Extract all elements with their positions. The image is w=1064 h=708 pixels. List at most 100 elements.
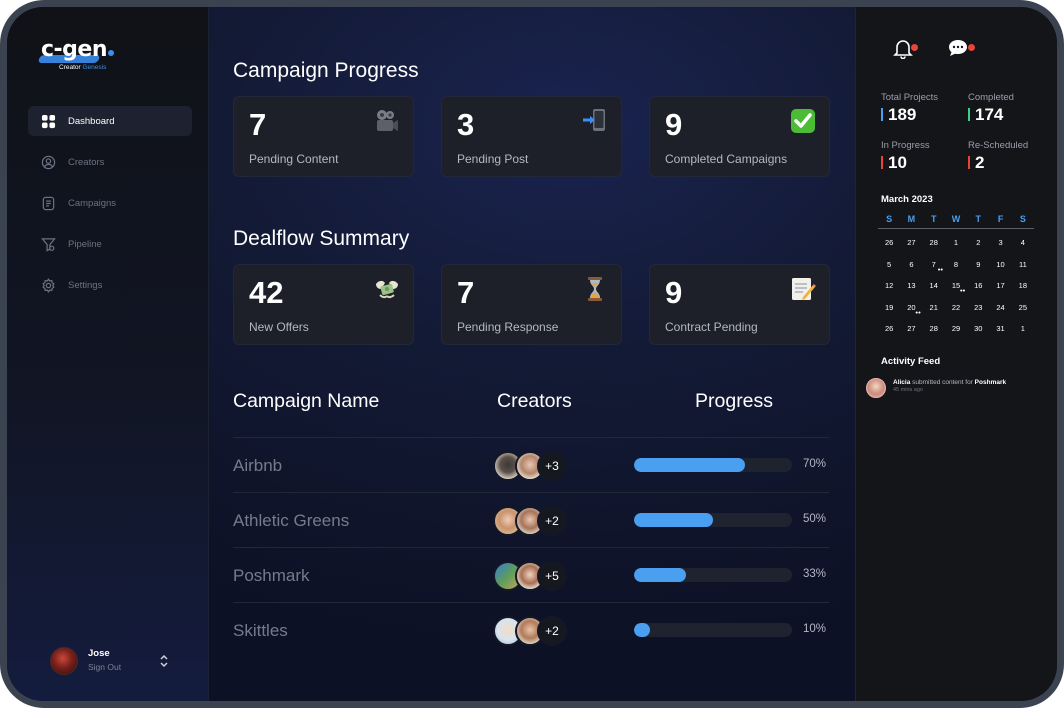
calendar-day-number: 28 <box>929 238 938 247</box>
creator-avatars[interactable]: +2 <box>493 616 573 646</box>
calendar-day-number: 26 <box>884 324 894 333</box>
calendar-day[interactable]: 4 <box>1012 232 1034 254</box>
event-dot: • <box>918 307 921 317</box>
table-row[interactable]: Airbnb +3 70% <box>233 437 829 492</box>
stat-value-completed: 174 <box>968 105 1003 125</box>
calendar-day[interactable]: 29 <box>945 318 967 340</box>
calendar-day[interactable]: 28 <box>923 232 945 254</box>
stat-card-pending-response[interactable]: 7 Pending Response <box>441 264 622 345</box>
chat-icon[interactable] <box>947 37 969 59</box>
campaign-name[interactable]: Poshmark <box>233 566 310 586</box>
calendar-day[interactable]: 7 •• <box>923 254 945 276</box>
calendar-day[interactable]: 21 <box>923 297 945 319</box>
table-row[interactable]: Poshmark +5 33% <box>233 547 829 602</box>
calendar-day[interactable]: 6 <box>900 254 922 276</box>
card-label: New Offers <box>249 320 309 334</box>
creator-avatars[interactable]: +2 <box>493 506 573 536</box>
sign-out-link[interactable]: Sign Out <box>88 662 121 672</box>
calendar-day[interactable]: 1 <box>945 232 967 254</box>
calendar-day[interactable]: 10 <box>989 254 1011 276</box>
weekday-label: M <box>907 214 916 224</box>
calendar-day[interactable]: 17 <box>989 275 1011 297</box>
calendar-day[interactable]: 25 <box>1012 297 1034 319</box>
sidebar-nav: Dashboard Creators Campaigns Pipeline Se… <box>28 106 192 311</box>
table-row[interactable]: Skittles +2 10% <box>233 602 829 657</box>
calendar-day[interactable]: 31 <box>989 318 1011 340</box>
calendar-day-number: 1 <box>1020 324 1025 333</box>
calendar-day[interactable]: 23 <box>967 297 989 319</box>
creator-avatars[interactable]: +3 <box>493 451 573 481</box>
sidebar-item-dashboard[interactable]: Dashboard <box>28 106 192 136</box>
calendar-day[interactable]: 28 <box>923 318 945 340</box>
stat-card-pending-post[interactable]: 3 Pending Post <box>441 96 622 177</box>
sidebar-item-pipeline[interactable]: Pipeline <box>28 229 192 259</box>
card-label: Pending Post <box>457 152 529 166</box>
campaign-name[interactable]: Athletic Greens <box>233 511 349 531</box>
stat-card-pending-content[interactable]: 7 Pending Content <box>233 96 414 177</box>
more-creators-badge: +2 <box>537 616 567 646</box>
calendar-day[interactable]: 26 <box>878 318 900 340</box>
column-header-campaign-name[interactable]: Campaign Name <box>233 390 379 413</box>
calendar-day[interactable]: 19 <box>878 297 900 319</box>
campaign-name[interactable]: Airbnb <box>233 456 282 476</box>
logo[interactable]: c-gen Creator Genesis <box>37 37 151 77</box>
calendar-day-number: 5 <box>887 259 892 269</box>
calendar-day[interactable]: 2 <box>967 232 989 254</box>
activity-feed-item[interactable]: Alicia submitted content for Poshmark 45… <box>866 372 1051 402</box>
event-dot: • <box>962 286 966 295</box>
stat-value-total-projects: 189 <box>881 105 916 125</box>
logo-text: c-gen <box>41 37 108 62</box>
sidebar-item-creators[interactable]: Creators <box>28 147 192 177</box>
stat-card-contract-pending[interactable]: 9 Contract Pending <box>649 264 830 345</box>
calendar-day-number: 3 <box>998 238 1003 247</box>
calendar-day[interactable]: 1 <box>1012 318 1034 340</box>
calendar-day[interactable]: 14 <box>923 275 945 297</box>
hourglass-icon <box>588 277 602 301</box>
chevron-up-down-icon[interactable] <box>158 653 170 669</box>
stat-value-in-progress: 10 <box>881 153 907 173</box>
calendar-day[interactable]: 30 <box>967 318 989 340</box>
card-value: 9 <box>665 275 683 310</box>
calendar-day[interactable]: 13 <box>900 275 922 297</box>
sidebar-item-campaigns[interactable]: Campaigns <box>28 188 192 218</box>
calendar-day[interactable]: 15 •• <box>945 275 967 297</box>
calendar-day[interactable]: 8 <box>945 254 967 276</box>
calendar-day[interactable]: 20 •• <box>900 297 922 319</box>
campaign-name[interactable]: Skittles <box>233 621 288 641</box>
column-header-progress[interactable]: Progress <box>695 390 773 413</box>
calendar-day[interactable]: 27 <box>900 232 922 254</box>
calendar-day-number: 16 <box>974 281 983 290</box>
activity-target: Poshmark <box>974 379 1007 386</box>
creator-avatars[interactable]: +5 <box>493 561 573 591</box>
calendar-day[interactable]: 26 <box>878 232 900 254</box>
calendar-day[interactable]: 16 <box>967 275 989 297</box>
column-header-creators[interactable]: Creators <box>497 390 572 413</box>
calendar-day[interactable]: 18 <box>1012 275 1034 297</box>
user-profile[interactable]: Jose Sign Out <box>50 647 180 677</box>
calendar-day[interactable]: 12 <box>878 275 900 297</box>
calendar-day[interactable]: 11 <box>1012 254 1034 276</box>
calendar-day[interactable]: 9 <box>967 254 989 276</box>
calendar-day[interactable]: 22 <box>945 297 967 319</box>
stat-value-re-scheduled: 2 <box>968 153 984 173</box>
calendar-day-number: 21 <box>929 302 938 312</box>
table-row[interactable]: Athletic Greens +2 50% <box>233 492 829 547</box>
calendar-day-number: 13 <box>907 281 916 290</box>
avatar <box>50 647 78 675</box>
progress-bar <box>634 513 792 527</box>
calendar-day-number: 9 <box>976 259 981 269</box>
stat-card-completed-campaigns[interactable]: 9 Completed Campaigns <box>649 96 830 177</box>
stat-card-new-offers[interactable]: 42 New Offers <box>233 264 414 345</box>
calendar-day-number: 24 <box>996 302 1005 312</box>
activity-user: Alicia <box>893 379 911 386</box>
calendar-day[interactable]: 5 <box>878 254 900 276</box>
progress-bar <box>634 568 792 582</box>
calendar-day[interactable]: 24 <box>989 297 1011 319</box>
calendar-day[interactable]: 3 <box>989 232 1011 254</box>
grid-icon <box>40 113 56 129</box>
logo-tagline-2: Genesis <box>82 64 107 71</box>
sidebar-item-settings[interactable]: Settings <box>28 270 192 300</box>
calendar-day-number: 8 <box>953 259 959 269</box>
progress-fill <box>634 568 687 582</box>
calendar-day[interactable]: 27 <box>900 318 922 340</box>
